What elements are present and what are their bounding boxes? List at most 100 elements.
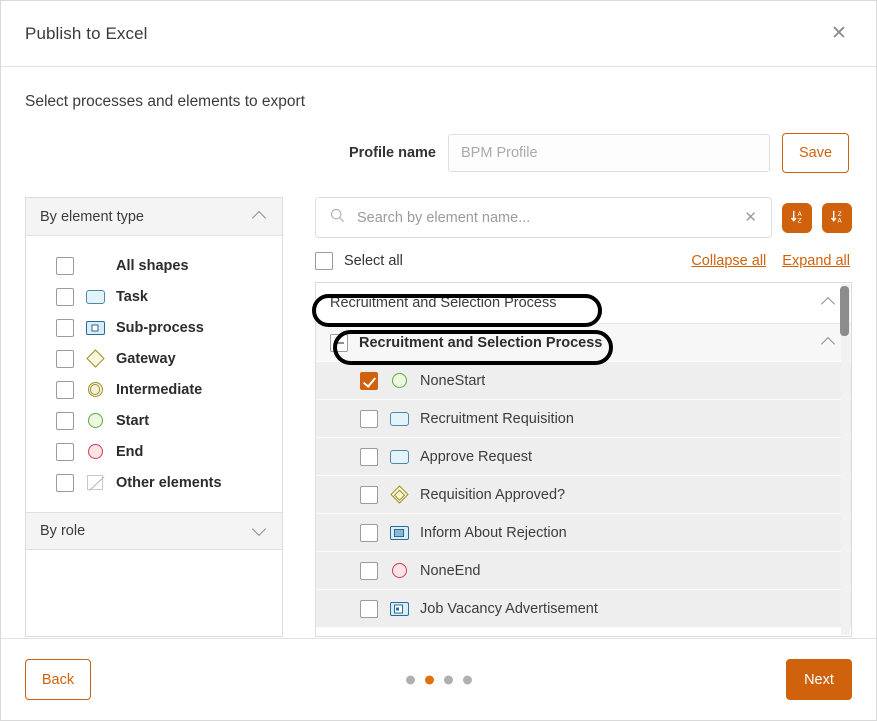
- shape-icon-send-task: [389, 524, 409, 542]
- tree-action-links: Collapse all Expand all: [691, 253, 850, 269]
- chevron-up-icon[interactable]: [821, 335, 837, 351]
- checkbox-start[interactable]: [56, 411, 74, 430]
- filter-item-end[interactable]: End: [26, 436, 282, 467]
- dialog-header: Publish to Excel ✕: [1, 1, 876, 67]
- checkbox-element[interactable]: [360, 561, 378, 580]
- shape-icon-end: [389, 562, 409, 580]
- shape-icon-sub-process: [85, 319, 105, 337]
- checkbox-element[interactable]: [360, 409, 378, 428]
- tree-node-label: Approve Request: [420, 448, 533, 465]
- checkbox-end[interactable]: [56, 442, 74, 461]
- checkbox-select-all[interactable]: [315, 252, 333, 270]
- filter-label: Gateway: [116, 350, 176, 367]
- tree-node-requisition-approved[interactable]: Requisition Approved?: [316, 476, 851, 514]
- checkbox-other-elements[interactable]: [56, 473, 74, 492]
- search-box[interactable]: ✕: [315, 197, 772, 238]
- select-all-label: Select all: [344, 253, 403, 269]
- shape-icon-none: [85, 257, 105, 275]
- page-subtitle: Select processes and elements to export: [25, 93, 306, 110]
- filter-label: Sub-process: [116, 319, 204, 336]
- role-list-empty: [26, 550, 282, 606]
- element-tree: Recruitment and Selection Process Recrui…: [315, 282, 852, 637]
- shape-icon-receive-task: [389, 600, 409, 618]
- filter-label: Other elements: [116, 474, 222, 491]
- filter-label: Task: [116, 288, 148, 305]
- checkbox-sub-process[interactable]: [56, 318, 74, 337]
- filter-group-by-role[interactable]: By role: [26, 512, 282, 550]
- checkbox-all-shapes[interactable]: [56, 256, 74, 275]
- tree-node-label: NoneStart: [420, 372, 486, 389]
- filter-group-title: By role: [40, 523, 86, 539]
- element-type-list: All shapes Task Sub-process Gateway Inte…: [26, 236, 282, 512]
- shape-icon-task: [389, 448, 409, 466]
- filter-label: Start: [116, 412, 150, 429]
- shape-icon-task: [85, 288, 105, 306]
- filter-group-by-element-type[interactable]: By element type: [26, 198, 282, 236]
- dialog-title: Publish to Excel: [25, 23, 148, 43]
- chevron-down-icon: [252, 523, 268, 539]
- collapse-all-link[interactable]: Collapse all: [691, 253, 766, 269]
- tree-node-label: Recruitment Requisition: [420, 410, 574, 427]
- shape-icon-start: [85, 412, 105, 430]
- sort-descending-button[interactable]: Z A: [822, 202, 852, 233]
- checkbox-element[interactable]: [360, 599, 378, 618]
- checkbox-process[interactable]: [330, 333, 348, 352]
- search-row: ✕ A Z: [315, 197, 852, 238]
- back-button[interactable]: Back: [25, 659, 91, 700]
- select-all-row: Select all Collapse all Expand all: [315, 252, 852, 270]
- svg-text:A: A: [837, 217, 842, 224]
- tree-node-label: Job Vacancy Advertisement: [420, 600, 598, 617]
- next-button[interactable]: Next: [786, 659, 852, 700]
- shape-icon-other: [85, 474, 105, 492]
- checkbox-task[interactable]: [56, 287, 74, 306]
- filter-item-start[interactable]: Start: [26, 405, 282, 436]
- step-dot-3[interactable]: [443, 675, 453, 684]
- clear-icon[interactable]: ✕: [742, 210, 759, 225]
- element-tree-scroll-area: Recruitment and Selection Process Recrui…: [316, 283, 851, 636]
- step-dot-1[interactable]: [405, 675, 415, 684]
- tree-node-noneend[interactable]: NoneEnd: [316, 552, 851, 590]
- profile-name-label: Profile name: [348, 145, 436, 161]
- checkbox-element[interactable]: [360, 523, 378, 542]
- content-columns: By element type All shapes Task Sub-proc…: [25, 197, 852, 637]
- profile-name-input[interactable]: [448, 134, 770, 172]
- tree-node-label: Recruitment and Selection Process: [359, 334, 603, 351]
- tree-scrollbar-thumb[interactable]: [840, 286, 849, 336]
- step-indicator: [405, 675, 472, 684]
- step-dot-4[interactable]: [462, 675, 472, 684]
- dialog-body: Select processes and elements to export …: [1, 67, 876, 639]
- checkbox-element[interactable]: [360, 371, 378, 390]
- filter-item-intermediate[interactable]: Intermediate: [26, 374, 282, 405]
- expand-all-link[interactable]: Expand all: [782, 253, 850, 269]
- tree-scrollbar-track[interactable]: [840, 284, 850, 635]
- tree-node-nonestart[interactable]: NoneStart: [316, 362, 851, 400]
- filter-item-sub-process[interactable]: Sub-process: [26, 312, 282, 343]
- save-button[interactable]: Save: [782, 133, 849, 173]
- checkbox-element[interactable]: [360, 485, 378, 504]
- chevron-up-icon: [252, 209, 268, 225]
- tree-node-job-vacancy-advertisement[interactable]: Job Vacancy Advertisement: [316, 590, 851, 628]
- search-input[interactable]: [355, 208, 733, 227]
- step-dot-2[interactable]: [424, 675, 434, 684]
- filter-item-all-shapes[interactable]: All shapes: [26, 250, 282, 281]
- checkbox-intermediate[interactable]: [56, 380, 74, 399]
- shape-icon-task: [389, 410, 409, 428]
- checkbox-gateway[interactable]: [56, 349, 74, 368]
- sort-ascending-button[interactable]: A Z: [782, 202, 812, 233]
- tree-process-header-label: Recruitment and Selection Process: [330, 295, 557, 311]
- close-icon[interactable]: ✕: [824, 19, 854, 49]
- filter-item-other-elements[interactable]: Other elements: [26, 467, 282, 498]
- tree-node-approve-request[interactable]: Approve Request: [316, 438, 851, 476]
- filter-panel: By element type All shapes Task Sub-proc…: [25, 197, 283, 637]
- filter-item-gateway[interactable]: Gateway: [26, 343, 282, 374]
- tree-process-header[interactable]: Recruitment and Selection Process: [316, 283, 851, 324]
- tree-node-recruitment-requisition[interactable]: Recruitment Requisition: [316, 400, 851, 438]
- shape-icon-start: [389, 372, 409, 390]
- publish-to-excel-dialog: Publish to Excel ✕ Select processes and …: [0, 0, 877, 721]
- tree-node-process[interactable]: Recruitment and Selection Process: [316, 324, 851, 362]
- shape-icon-end: [85, 443, 105, 461]
- filter-item-task[interactable]: Task: [26, 281, 282, 312]
- tree-node-inform-about-rejection[interactable]: Inform About Rejection: [316, 514, 851, 552]
- checkbox-element[interactable]: [360, 447, 378, 466]
- svg-text:Z: Z: [797, 217, 801, 224]
